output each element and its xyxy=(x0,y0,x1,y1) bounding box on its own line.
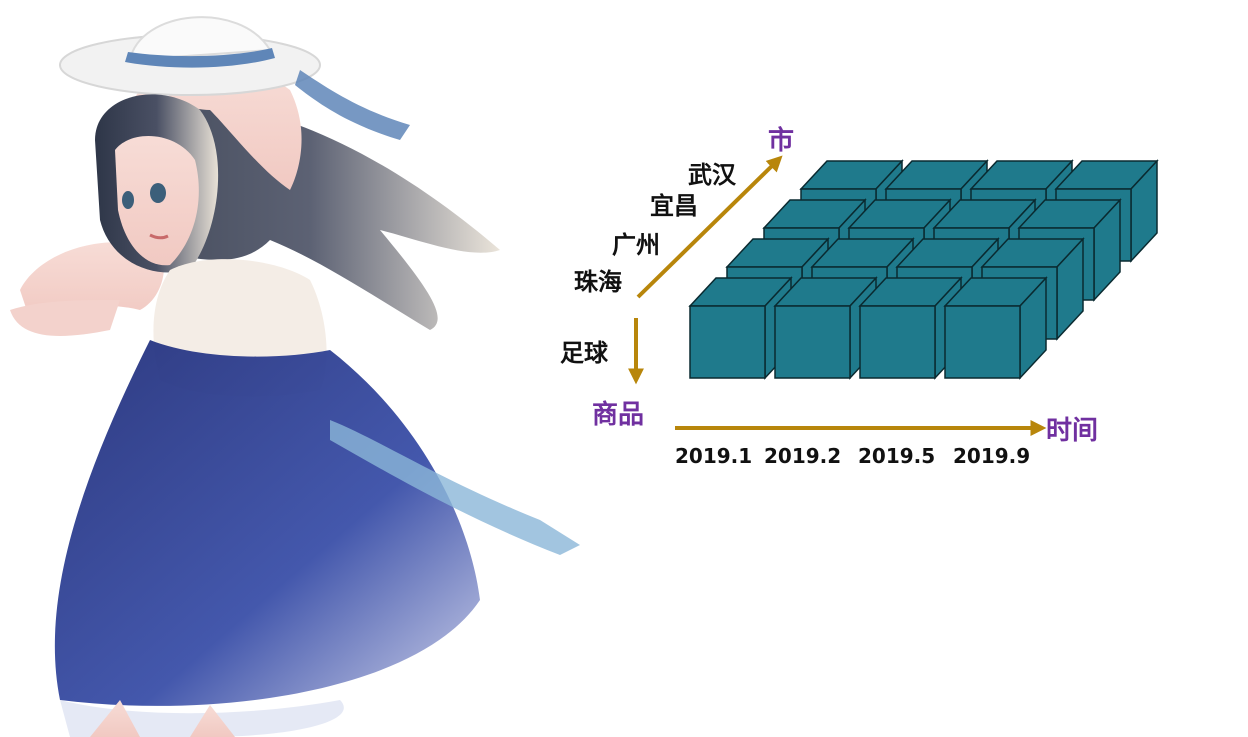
time-axis-label: 时间 xyxy=(1046,416,1099,446)
city-label: 武汉 xyxy=(688,160,736,189)
city-label: 广州 xyxy=(612,230,660,259)
date-label: 2019.1 xyxy=(675,444,753,468)
city-label: 珠海 xyxy=(574,267,622,296)
cube-front-face xyxy=(689,305,766,379)
data-cube xyxy=(943,276,1048,380)
date-label: 2019.9 xyxy=(953,444,1031,468)
cube-front-face xyxy=(944,305,1021,379)
date-label: 2019.5 xyxy=(858,444,936,468)
product-axis-label: 商品 xyxy=(592,400,645,430)
cube-front-face xyxy=(859,305,936,379)
date-label: 2019.2 xyxy=(764,444,842,468)
data-cube-grid xyxy=(688,159,1159,380)
diagram-stage: 市 商品 时间 珠海 广州 宜昌 武汉 足球 2019.1 2019.2 201… xyxy=(0,0,1248,737)
product-label: 足球 xyxy=(560,338,608,367)
city-axis-label: 市 xyxy=(768,126,795,156)
cube-front-face xyxy=(774,305,851,379)
city-label: 宜昌 xyxy=(650,191,698,220)
